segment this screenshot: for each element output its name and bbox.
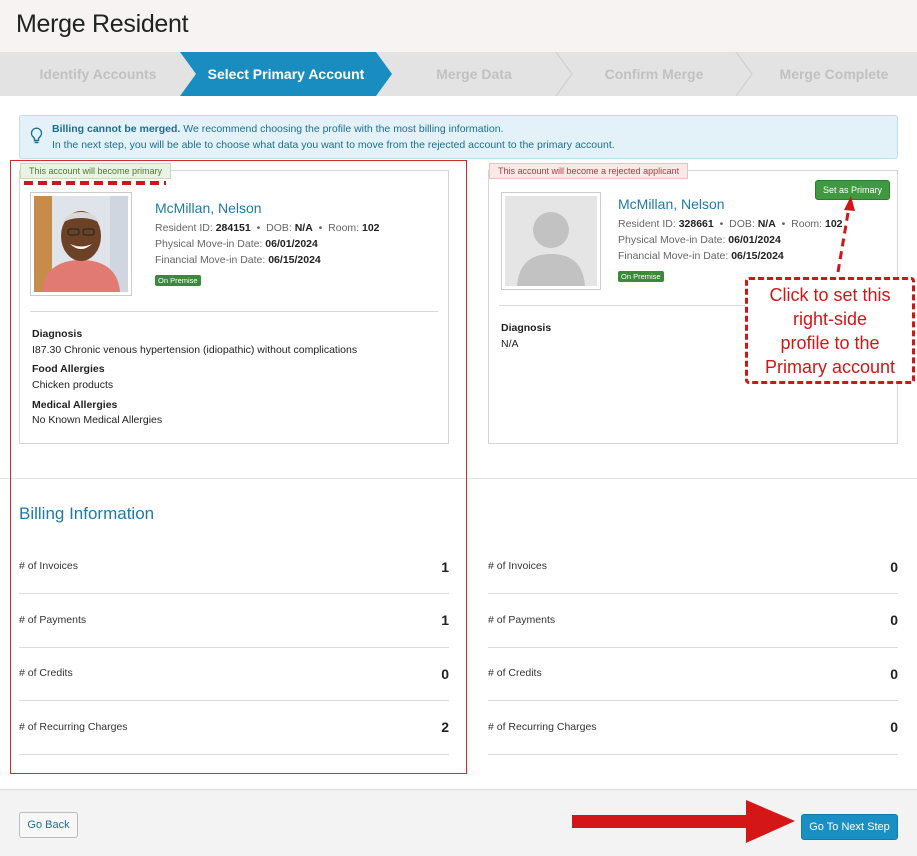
annotation-callout: Click to set this right-side profile to … — [745, 277, 915, 384]
billing-row-divider — [488, 593, 898, 594]
set-as-primary-button[interactable]: Set as Primary — [814, 180, 890, 200]
footer-bar: Go Back Go To Next Step — [0, 789, 917, 856]
billing-label: # of Credits — [488, 667, 542, 679]
billing-row-divider — [488, 647, 898, 648]
page-title: Merge Resident — [16, 10, 189, 38]
wizard-steps: Identify Accounts Select Primary Account… — [0, 52, 917, 96]
step-confirm-merge: Confirm Merge — [604, 66, 704, 82]
on-premise-badge: On Premise — [618, 271, 664, 282]
info-line2: In the next step, you will be able to ch… — [52, 138, 615, 151]
billing-value: 0 — [890, 666, 898, 682]
step-merge-complete: Merge Complete — [779, 66, 889, 82]
rejected-tag: This account will become a rejected appl… — [489, 163, 689, 179]
info-bold: Billing cannot be merged. — [52, 123, 181, 135]
go-to-next-step-button[interactable]: Go To Next Step — [801, 814, 898, 840]
lightbulb-icon — [30, 127, 43, 144]
billing-row-divider — [488, 754, 898, 755]
billing-row-divider — [488, 700, 898, 701]
billing-label: # of Invoices — [488, 560, 547, 572]
billing-value: 0 — [890, 719, 898, 735]
billing-label: # of Payments — [488, 614, 556, 626]
info-banner: Billing cannot be merged. We recommend c… — [19, 115, 898, 159]
resident-id-line: Resident ID: 328661 • DOB: N/A • Room: 1… — [618, 218, 843, 230]
financial-move-in: Financial Move-in Date: 06/15/2024 — [618, 250, 784, 262]
primary-highlight-box — [10, 160, 467, 774]
resident-name[interactable]: McMillan, Nelson — [618, 196, 725, 212]
page-header: Merge Resident — [0, 0, 917, 52]
step-identify-accounts: Identify Accounts — [39, 66, 157, 82]
diagnosis-title: Diagnosis — [501, 322, 552, 334]
step-merge-data: Merge Data — [436, 66, 512, 82]
go-back-button[interactable]: Go Back — [19, 812, 78, 838]
diagnosis-value: N/A — [501, 338, 519, 350]
billing-value: 0 — [890, 612, 898, 628]
billing-value: 0 — [890, 559, 898, 575]
avatar-placeholder — [501, 192, 601, 290]
physical-move-in: Physical Move-in Date: 06/01/2024 — [618, 234, 781, 246]
step-select-primary-account: Select Primary Account — [207, 66, 365, 82]
info-line1: We recommend choosing the profile with t… — [180, 123, 504, 135]
billing-label: # of Recurring Charges — [488, 721, 597, 733]
